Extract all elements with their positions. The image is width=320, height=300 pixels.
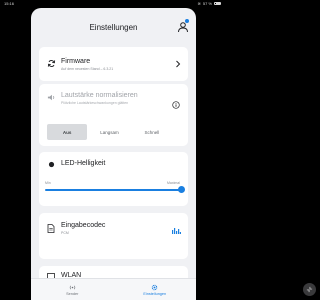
info-icon[interactable]	[172, 101, 180, 109]
gear-icon	[151, 284, 158, 290]
led-dot-icon	[48, 161, 55, 168]
brightness-slider-track[interactable]	[45, 189, 181, 191]
normalize-title: Lautstärke normalisieren	[61, 92, 138, 99]
nav-settings[interactable]: Einstellungen	[114, 279, 197, 300]
codec-value: PCM	[61, 231, 69, 235]
brightness-slider-handle[interactable]	[177, 186, 185, 193]
collapse-button[interactable]	[303, 283, 316, 296]
nav-sender[interactable]: Sender	[31, 279, 114, 300]
option-schnell[interactable]: Schnell	[132, 124, 172, 140]
audio-bars-icon	[172, 228, 181, 234]
normalize-volume-card: Lautstärke normalisieren Plötzliche Laut…	[39, 84, 188, 146]
slider-min-label: Min	[45, 181, 51, 185]
account-button[interactable]	[177, 19, 189, 33]
page-title: Einstellungen	[89, 22, 138, 32]
firmware-title: Firmware	[61, 58, 91, 65]
broadcast-icon	[69, 285, 75, 289]
nav-settings-label: Einstellungen	[143, 291, 167, 296]
wifi-icon: ≋	[197, 1, 201, 6]
option-langsam[interactable]: Langsam	[89, 124, 129, 140]
notification-dot	[185, 19, 189, 23]
firmware-card[interactable]: Firmware Auf dem neuesten Stand – 6.3.21	[39, 47, 188, 81]
chevron-right-icon	[176, 60, 181, 68]
slider-max-label: Maximal	[166, 181, 180, 185]
input-codec-card[interactable]: Eingabecodec PCM	[39, 213, 188, 259]
firmware-status: Auf dem neuesten Stand – 6.3.21	[61, 67, 114, 71]
battery-percent: 57 %	[202, 1, 212, 6]
collapse-arrows-icon	[306, 286, 313, 293]
refresh-icon	[47, 60, 56, 67]
header: Einstellungen	[31, 8, 196, 42]
codec-title: Eingabecodec	[61, 222, 106, 229]
normalize-description: Plötzliche Lautstärkeschwankungen glätte…	[61, 101, 129, 105]
option-aus[interactable]: Aus	[47, 124, 88, 140]
normalize-segmented-control: Aus Langsam Schnell	[47, 124, 172, 140]
settings-sheet: Einstellungen Firmware Auf dem neuesten …	[31, 8, 196, 300]
bottom-navigation: Sender Einstellungen	[31, 278, 196, 300]
status-bar: 15:16 ≋ 57 %	[0, 0, 225, 7]
status-right: ≋ 57 %	[198, 0, 221, 7]
led-title: LED-Helligkeit	[61, 160, 106, 167]
status-time: 15:16	[4, 1, 15, 6]
volume-icon	[47, 94, 55, 101]
nav-sender-label: Sender	[66, 291, 79, 296]
led-brightness-card: LED-Helligkeit Min Maximal	[39, 152, 188, 206]
battery-icon	[214, 1, 221, 6]
document-icon	[47, 224, 55, 233]
